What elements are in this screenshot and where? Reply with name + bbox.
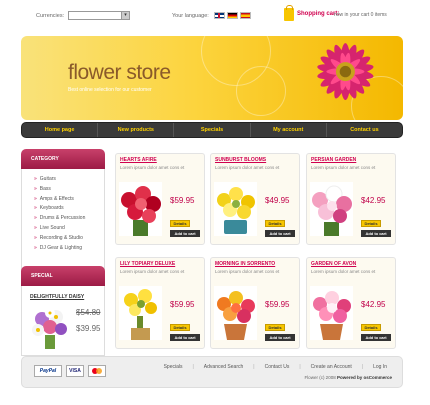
product-title[interactable]: HEARTS AFIRE bbox=[120, 157, 157, 163]
chevron-down-icon: ▾ bbox=[121, 12, 129, 19]
category-item[interactable]: Live Sound bbox=[34, 224, 104, 234]
store-logo[interactable]: flower store bbox=[68, 61, 171, 85]
category-item[interactable]: DJ Gear & Lighting bbox=[34, 244, 104, 254]
spanish-flag-icon[interactable] bbox=[240, 12, 251, 19]
product-image[interactable] bbox=[214, 182, 257, 236]
product-title[interactable]: SUNBURST BLOOMS bbox=[215, 157, 266, 163]
uk-flag-icon[interactable] bbox=[214, 12, 225, 19]
cart-status: now in your cart 0 items bbox=[334, 12, 387, 18]
swirl-decoration bbox=[236, 66, 286, 116]
product-title[interactable]: PERSIAN GARDEN bbox=[311, 157, 356, 163]
product-desc: Lorem ipsum dolor amet cons et bbox=[120, 165, 185, 170]
gerbera-flower-image bbox=[317, 43, 374, 101]
nav-my-account[interactable]: My account bbox=[251, 123, 327, 137]
product-image[interactable] bbox=[310, 182, 353, 236]
details-button[interactable]: Details bbox=[361, 220, 381, 227]
separator: | bbox=[192, 364, 194, 370]
product-card: MORNING IN SORRENTO Lorem ipsum dolor am… bbox=[210, 257, 300, 349]
product-card: HEARTS AFIRE Lorem ipsum dolor amet cons… bbox=[115, 153, 205, 245]
category-item[interactable]: Bass bbox=[34, 185, 104, 195]
product-image[interactable] bbox=[214, 286, 257, 340]
product-title[interactable]: GARDEN OF AVON bbox=[311, 261, 356, 267]
details-button[interactable]: Details bbox=[361, 324, 381, 331]
product-price: $59.95 bbox=[170, 300, 195, 309]
product-card: PERSIAN GARDEN Lorem ipsum dolor amet co… bbox=[306, 153, 396, 245]
top-bar: Currencies: ▾ Your language: Shopping ca… bbox=[0, 5, 430, 26]
mastercard-icon bbox=[88, 365, 106, 377]
special-old-price: $54.80 bbox=[76, 308, 101, 317]
product-desc: Lorem ipsum dolor amet cons et bbox=[215, 269, 280, 274]
copyright-text: Flower (c) 2008 bbox=[304, 375, 336, 380]
product-title[interactable]: LILY TOPIARY DELUXE bbox=[120, 261, 175, 267]
language-label: Your language: bbox=[172, 13, 209, 19]
special-box: DELIGHTFULLY DAISY $54.80 $39.95 bbox=[21, 286, 105, 356]
product-desc: Lorem ipsum dolor amet cons et bbox=[311, 165, 376, 170]
special-new-price: $39.95 bbox=[76, 324, 101, 333]
product-desc: Lorem ipsum dolor amet cons et bbox=[120, 269, 185, 274]
footer-link-specials[interactable]: Specials bbox=[164, 364, 183, 370]
sidebar: CATEGORY Guitars Bass Amps & Effects Key… bbox=[21, 149, 105, 356]
category-heading: CATEGORY bbox=[21, 149, 105, 169]
product-price: $49.95 bbox=[265, 196, 290, 205]
category-item[interactable]: Guitars bbox=[34, 175, 104, 185]
product-card: GARDEN OF AVON Lorem ipsum dolor amet co… bbox=[306, 257, 396, 349]
product-title[interactable]: MORNING IN SORRENTO bbox=[215, 261, 275, 267]
nav-contact[interactable]: Contact us bbox=[327, 123, 402, 137]
product-desc: Lorem ipsum dolor amet cons et bbox=[215, 165, 280, 170]
add-to-cart-button[interactable]: Add to cart bbox=[361, 334, 391, 341]
footer-links: Specials | Advanced Search | Contact Us | C… bbox=[159, 364, 392, 370]
special-product-name[interactable]: DELIGHTFULLY DAISY bbox=[30, 294, 84, 300]
product-card: LILY TOPIARY DELUXE Lorem ipsum dolor am… bbox=[115, 257, 205, 349]
product-image[interactable] bbox=[119, 182, 162, 236]
product-desc: Lorem ipsum dolor amet cons et bbox=[311, 269, 376, 274]
details-button[interactable]: Details bbox=[265, 324, 285, 331]
category-item[interactable]: Drums & Percussion bbox=[34, 214, 104, 224]
currency-select[interactable]: ▾ bbox=[68, 11, 130, 20]
daisy-bouquet-image[interactable] bbox=[30, 305, 70, 349]
page: Currencies: ▾ Your language: Shopping ca… bbox=[0, 0, 430, 405]
special-heading: SPECIAL bbox=[21, 266, 105, 286]
cart-title[interactable]: Shopping cart: bbox=[297, 11, 339, 17]
details-button[interactable]: Details bbox=[265, 220, 285, 227]
separator: | bbox=[253, 364, 255, 370]
product-price: $42.95 bbox=[361, 196, 386, 205]
footer: PayPal VISA Specials | Advanced Search | C… bbox=[21, 356, 403, 388]
paypal-logo: PayPal bbox=[34, 365, 62, 377]
tagline: Best online selection for our customer bbox=[68, 87, 152, 93]
category-item[interactable]: Amps & Effects bbox=[34, 195, 104, 205]
add-to-cart-button[interactable]: Add to cart bbox=[265, 334, 295, 341]
product-image[interactable] bbox=[310, 286, 353, 340]
nav-specials[interactable]: Specials bbox=[174, 123, 251, 137]
add-to-cart-button[interactable]: Add to cart bbox=[361, 230, 391, 237]
german-flag-icon[interactable] bbox=[227, 12, 238, 19]
product-price: $42.95 bbox=[361, 300, 386, 309]
details-button[interactable]: Details bbox=[170, 324, 190, 331]
product-price: $59.95 bbox=[265, 300, 290, 309]
nav-new-products[interactable]: New products bbox=[98, 123, 175, 137]
footer-link-advanced-search[interactable]: Advanced Search bbox=[204, 364, 243, 370]
add-to-cart-button[interactable]: Add to cart bbox=[170, 230, 200, 237]
footer-link-contact[interactable]: Contact Us bbox=[265, 364, 290, 370]
category-item[interactable]: Keyboards bbox=[34, 204, 104, 214]
copyright: Flower (c) 2008 Powered by osCommerce bbox=[304, 375, 392, 380]
footer-link-login[interactable]: Log In bbox=[373, 364, 387, 370]
product-card: SUNBURST BLOOMS Lorem ipsum dolor amet c… bbox=[210, 153, 300, 245]
header-banner: flower store Best online selection for o… bbox=[21, 36, 403, 120]
shopping-bag-icon[interactable] bbox=[284, 5, 294, 21]
footer-link-create-account[interactable]: Create an Account bbox=[311, 364, 352, 370]
visa-logo: VISA bbox=[66, 365, 84, 377]
product-price: $59.95 bbox=[170, 196, 195, 205]
separator: | bbox=[361, 364, 364, 370]
product-image[interactable] bbox=[119, 286, 162, 340]
separator: | bbox=[299, 364, 301, 370]
add-to-cart-button[interactable]: Add to cart bbox=[170, 334, 200, 341]
currencies-label: Currencies: bbox=[36, 13, 65, 19]
main-nav: Home page New products Specials My accou… bbox=[21, 122, 403, 138]
details-button[interactable]: Details bbox=[170, 220, 190, 227]
powered-by-link[interactable]: Powered by osCommerce bbox=[337, 375, 392, 380]
add-to-cart-button[interactable]: Add to cart bbox=[265, 230, 295, 237]
category-item[interactable]: Recording & Studio bbox=[34, 234, 104, 244]
nav-home[interactable]: Home page bbox=[22, 123, 99, 137]
